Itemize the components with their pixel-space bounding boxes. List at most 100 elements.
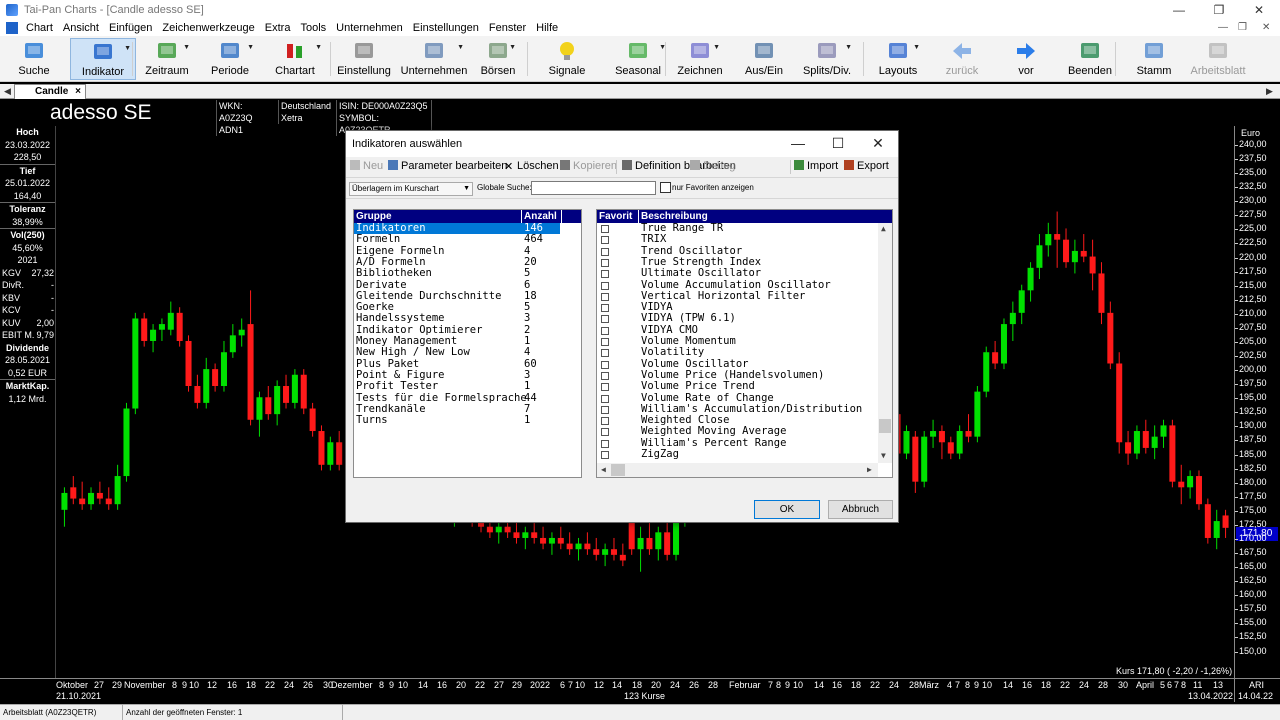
toolbar-indicator-button[interactable]: Indikator ▼ <box>70 38 136 80</box>
group-row[interactable]: Turns 1 <box>354 414 581 426</box>
tab-candle[interactable]: Candle × <box>14 84 86 99</box>
menu-chart[interactable]: Chart <box>26 22 53 34</box>
tab-close-icon[interactable]: × <box>75 85 81 99</box>
groups-table[interactable]: Gruppe Anzahl Indikatoren 146 Formeln 464 Ei… <box>353 209 582 478</box>
indicator-row[interactable]: True Range TR <box>597 222 878 234</box>
dialog-tool-import[interactable]: Import <box>794 160 838 172</box>
col-favorit[interactable]: Favorit <box>597 210 639 223</box>
menu-zeichenwerkzeuge[interactable]: Zeichenwerkzeuge <box>162 22 254 34</box>
toolbar-arrow-right-button[interactable]: vor <box>1000 38 1052 80</box>
group-row[interactable]: Formeln 464 <box>354 233 581 245</box>
toolbar-settings-button[interactable]: Einstellung <box>336 38 392 80</box>
indicator-row[interactable]: ZigZag <box>597 448 878 460</box>
toolbar-arrow-left-button[interactable]: zurück <box>930 38 994 80</box>
close-button[interactable]: ✕ <box>1240 0 1278 20</box>
dialog-close-button[interactable]: ✕ <box>858 131 898 157</box>
favorite-checkbox[interactable] <box>601 315 609 324</box>
indicator-row[interactable]: Ultimate Oscillator <box>597 267 878 279</box>
dialog-minimize-button[interactable]: — <box>778 131 818 157</box>
toolbar-seasonal-button[interactable]: Seasonal ▼ <box>606 38 670 80</box>
group-row[interactable]: Handelssysteme 3 <box>354 313 581 325</box>
mdi-restore-button[interactable]: ❐ <box>1238 20 1247 36</box>
scroll-right-icon[interactable]: ▶ <box>867 465 872 474</box>
toolbar-charttype-button[interactable]: Chartart ▼ <box>264 38 326 80</box>
toolbar-signal-bulb-button[interactable]: Signale <box>541 38 593 80</box>
mdi-minimize-button[interactable]: — <box>1218 20 1228 36</box>
cancel-button[interactable]: Abbruch <box>828 500 893 519</box>
scroll-left-icon[interactable]: ◀ <box>601 465 606 474</box>
date-axis[interactable]: 21.10.2021 123 Kurse 13.04.2022 Oktober 2… <box>56 678 1234 702</box>
toolbar-splits-button[interactable]: Splits/Div. ▼ <box>798 38 856 80</box>
indicator-row[interactable]: TRIX <box>597 233 878 245</box>
menu-fenster[interactable]: Fenster <box>489 22 526 34</box>
menu-tools[interactable]: Tools <box>300 22 326 34</box>
indicators-table[interactable]: Favorit Beschreibung ▲ ▼ ◀ ▶ True Range … <box>596 209 893 478</box>
dropdown-arrow-icon[interactable]: ▼ <box>913 44 920 51</box>
minimize-button[interactable]: — <box>1160 0 1198 20</box>
dialog-tool-edit-params[interactable]: Parameter bearbeiten <box>388 160 507 172</box>
favorite-checkbox[interactable] <box>601 349 609 358</box>
toolbar-master-button[interactable]: Stamm <box>1128 38 1180 80</box>
dialog-tool-new[interactable]: Neu <box>350 160 383 172</box>
toolbar-period-button[interactable]: Periode ▼ <box>202 38 258 80</box>
toolbar-worksheet-button[interactable]: Arbeitsblatt <box>1186 38 1250 80</box>
indicator-row[interactable]: VIDYA CMO <box>597 324 878 336</box>
toolbar-company-button[interactable]: Unternehmen ▼ <box>400 38 468 80</box>
menu-ansicht[interactable]: Ansicht <box>63 22 99 34</box>
indicator-row[interactable]: VIDYA <box>597 301 878 313</box>
vscroll-thumb[interactable] <box>879 419 891 433</box>
favorite-checkbox[interactable] <box>601 417 609 426</box>
tab-scroll-right-icon[interactable]: ▶ <box>1266 84 1273 99</box>
favorite-checkbox[interactable] <box>601 225 609 233</box>
toolbar-layouts-button[interactable]: Layouts ▼ <box>872 38 924 80</box>
mdi-close-button[interactable]: ✕ <box>1262 20 1270 36</box>
group-row[interactable]: Bibliotheken 5 <box>354 267 581 279</box>
menu-extra[interactable]: Extra <box>265 22 291 34</box>
favorite-checkbox[interactable] <box>601 281 609 290</box>
favorite-checkbox[interactable] <box>601 338 609 346</box>
dropdown-arrow-icon[interactable]: ▼ <box>315 44 322 51</box>
overlay-select[interactable]: Überlagern im Kurschart ▼ <box>349 182 473 196</box>
toolbar-toggle-button[interactable]: Aus/Ein <box>740 38 788 80</box>
indicator-row[interactable]: William's Accumulation/Distribution <box>597 403 878 415</box>
toolbar-draw-button[interactable]: Zeichnen ▼ <box>676 38 724 80</box>
favorite-checkbox[interactable] <box>601 292 609 301</box>
toolbar-exit-button[interactable]: Beenden <box>1062 38 1118 80</box>
dropdown-arrow-icon[interactable]: ▼ <box>247 44 254 51</box>
favorite-checkbox[interactable] <box>601 360 609 369</box>
menu-hilfe[interactable]: Hilfe <box>536 22 558 34</box>
favorite-checkbox[interactable] <box>601 270 609 279</box>
favorite-checkbox[interactable] <box>601 371 609 380</box>
indicator-row[interactable]: Volume Price Trend <box>597 380 878 392</box>
dropdown-arrow-icon[interactable]: ▼ <box>124 45 131 52</box>
favorite-checkbox[interactable] <box>601 326 609 335</box>
dropdown-arrow-icon[interactable]: ▼ <box>509 44 516 51</box>
favorite-checkbox[interactable] <box>601 304 609 313</box>
maximize-button[interactable]: ❐ <box>1200 0 1238 20</box>
global-search-input[interactable] <box>531 181 656 195</box>
group-row[interactable]: Trendkanäle 7 <box>354 403 581 415</box>
favorite-checkbox[interactable] <box>601 428 609 437</box>
favorite-checkbox[interactable] <box>601 247 609 256</box>
group-row[interactable]: New High / New Low 4 <box>354 346 581 358</box>
dropdown-arrow-icon[interactable]: ▼ <box>183 44 190 51</box>
indicator-row[interactable]: VIDYA (TPW 6.1) <box>597 313 878 324</box>
dropdown-arrow-icon[interactable]: ▼ <box>845 44 852 51</box>
menu-unternehmen[interactable]: Unternehmen <box>336 22 403 34</box>
hscroll-thumb[interactable] <box>611 464 625 476</box>
dialog-tool-delete[interactable]: ✕ Löschen <box>504 160 559 173</box>
toolbar-search-button[interactable]: Suche <box>8 38 60 80</box>
favorite-checkbox[interactable] <box>601 394 609 403</box>
dialog-tool-debug[interactable]: Debug <box>690 160 735 172</box>
dialog-tool-export[interactable]: Export <box>844 160 889 172</box>
ok-button[interactable]: OK <box>754 500 820 519</box>
menu-einstellungen[interactable]: Einstellungen <box>413 22 479 34</box>
dropdown-arrow-icon[interactable]: ▼ <box>457 44 464 51</box>
indicator-row[interactable]: Weighted Moving Average <box>597 426 878 437</box>
menu-einfuegen[interactable]: Einfügen <box>109 22 152 34</box>
price-scale[interactable]: Euro 171,80 240,00 237,50 235,00 232,50 230,… <box>1234 126 1280 678</box>
group-row[interactable]: Profit Tester 1 <box>354 380 581 392</box>
favorite-checkbox[interactable] <box>601 451 609 459</box>
favorite-checkbox[interactable] <box>601 405 609 414</box>
favorite-checkbox[interactable] <box>601 236 609 245</box>
